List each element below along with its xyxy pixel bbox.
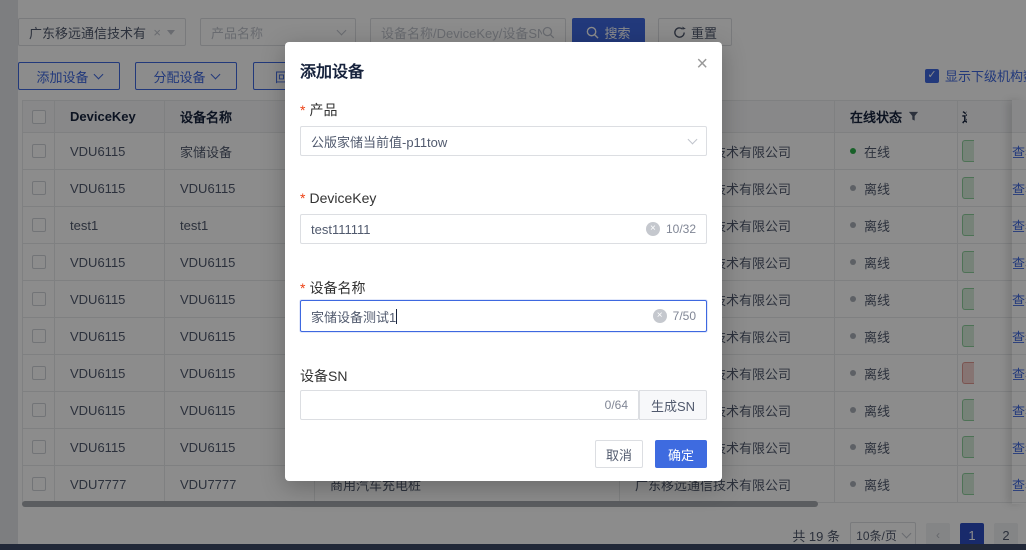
devicekey-input[interactable]: test111111 × 10/32 bbox=[300, 214, 707, 244]
device-sn-field-label: 设备SN bbox=[300, 368, 348, 384]
modal-title: 添加设备 bbox=[300, 64, 365, 81]
device-sn-counter: 0/64 bbox=[604, 398, 628, 412]
device-sn-input[interactable]: 0/64 bbox=[300, 390, 639, 420]
chevron-down-icon bbox=[687, 134, 698, 145]
devicekey-field-label: * DeviceKey bbox=[300, 190, 377, 206]
close-icon[interactable]: × bbox=[696, 54, 708, 74]
device-name-field-label: * 设备名称 bbox=[300, 280, 366, 296]
product-field-label: * 产品 bbox=[300, 102, 338, 118]
clear-input-icon[interactable]: × bbox=[652, 309, 667, 323]
add-device-modal: 添加设备 × * 产品 公版家储当前值-p11tow * DeviceKey tes… bbox=[285, 42, 722, 481]
devicekey-counter: 10/32 bbox=[665, 222, 696, 236]
required-asterisk: * bbox=[300, 102, 306, 118]
device-management-page: 广东移远通信技术有限... × 产品名称 设备名称/DeviceKey/设备SN… bbox=[0, 0, 1026, 550]
device-name-counter: 7/50 bbox=[672, 309, 696, 323]
generate-sn-button[interactable]: 生成SN bbox=[639, 390, 707, 420]
modal-product-select[interactable]: 公版家储当前值-p11tow bbox=[300, 126, 707, 156]
cancel-button[interactable]: 取消 bbox=[595, 440, 643, 468]
modal-product-value: 公版家储当前值-p11tow bbox=[311, 134, 448, 150]
device-name-value: 家储设备测试1 bbox=[311, 309, 397, 325]
modal-footer: 取消 确定 bbox=[595, 440, 707, 468]
confirm-button[interactable]: 确定 bbox=[655, 440, 707, 468]
required-asterisk: * bbox=[300, 280, 306, 296]
required-asterisk: * bbox=[300, 190, 306, 206]
device-name-input[interactable]: 家储设备测试1 × 7/50 bbox=[300, 300, 707, 332]
text-cursor bbox=[396, 308, 398, 324]
devicekey-value: test111111 bbox=[311, 221, 371, 237]
clear-input-icon[interactable]: × bbox=[645, 222, 660, 236]
